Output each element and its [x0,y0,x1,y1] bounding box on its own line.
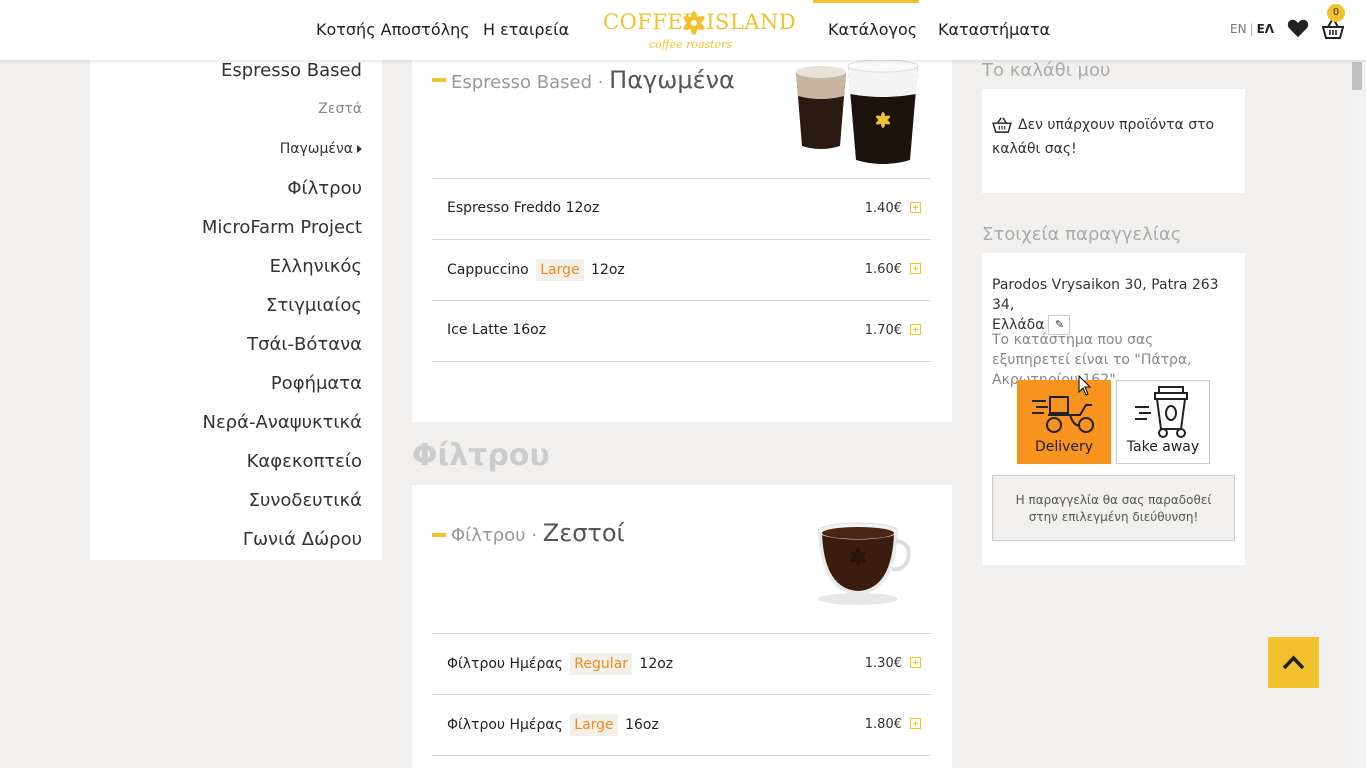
sidebar-item-filter[interactable]: Φίλτρου [287,178,362,199]
add-to-cart-plus-icon[interactable] [910,202,921,213]
takeaway-option-button[interactable]: Take away [1116,380,1210,464]
add-to-cart-plus-icon[interactable] [910,657,921,668]
size-tag: Large [536,259,584,281]
sidebar-item-instant[interactable]: Στιγμιαίος [266,295,362,316]
product-name[interactable]: Espresso Freddo 12oz [447,200,599,216]
product-title: Cappuccino [447,262,529,278]
product-price: 1.80€ [864,717,902,732]
size-tag: Large [570,714,618,736]
sidebar-item-greek[interactable]: Ελληνικός [270,256,362,277]
chevron-up-icon [1282,655,1305,670]
product-name[interactable]: Cappuccino Large 12oz [447,259,625,281]
cart-box: Δεν υπάρχουν προϊόντα στο καλάθι σας! [982,89,1245,193]
order-details-heading: Στοιχεία παραγγελίας [982,224,1182,245]
product-size: 12oz [565,200,600,216]
add-to-cart-plus-icon[interactable] [910,263,921,274]
nav-active-indicator [813,0,919,3]
section-dash [432,78,446,82]
back-to-top-button[interactable] [1268,637,1319,688]
row-divider [432,178,931,179]
nav-company[interactable]: Η εταιρεία [483,20,569,39]
sidebar-item-snacks[interactable]: Συνοδευτικά [249,490,362,511]
section-prefix: Espresso Based · [451,72,610,93]
sidebar-item-soft-drinks[interactable]: Νερά-Αναψυκτικά [202,412,362,433]
category-heading-filter: Φίλτρου [412,438,550,473]
sidebar-item-gifts[interactable]: Γωνιά Δώρου [243,529,362,550]
coffee-cup-image [817,522,911,605]
sidebar-subitem-hot[interactable]: Ζεστά [318,101,362,117]
section-title: Espresso Based · Παγωμένα [451,66,735,94]
product-price: 1.30€ [864,656,902,671]
logo[interactable]: COFFEE ISLAND coffee roasters [603,8,796,54]
product-price: 1.40€ [864,201,902,216]
row-divider [432,694,931,695]
nav-catalog[interactable]: Κατάλογος [828,20,917,39]
product-name[interactable]: Ice Latte 16oz [447,322,546,338]
product-title: Espresso Freddo [447,200,562,216]
logo-subtitle: coffee roasters [649,38,733,51]
iced-cups-image [796,60,919,164]
row-divider [432,361,931,362]
sidebar-item-microfarm[interactable]: MicroFarm Project [202,217,362,238]
row-divider [432,239,931,240]
lang-en[interactable]: EN [1230,22,1247,36]
logo-flower-icon [683,11,705,35]
section-main-title: Ζεστοί [542,519,625,547]
section-main-title: Παγωμένα [609,66,735,94]
sidebar-subitem-iced[interactable]: Παγωμένα [280,141,362,157]
product-section-filter-hot: Φίλτρου · Ζεστοί Φίλτρου Ημέρας Regular … [412,485,952,768]
lang-separator: | [1249,22,1254,36]
heart-icon[interactable] [1287,18,1309,38]
product-title: Ice Latte [447,322,508,338]
row-divider [432,300,931,301]
basket-icon [992,117,1012,133]
sidebar-item-roastery[interactable]: Καφεκοπτείο [247,451,362,472]
delivery-option-label: Delivery [1034,439,1094,455]
section-title: Φίλτρου · Ζεστοί [451,519,625,547]
sidebar-subitem-iced-label: Παγωμένα [279,141,353,157]
product-name[interactable]: Φίλτρου Ημέρας Regular 12oz [447,653,673,675]
sidebar-item-beverages[interactable]: Ροφήματα [271,373,362,394]
language-switcher: EN | ΕΛ [1230,22,1274,36]
product-section-iced: Espresso Based · Παγωμένα Espresso Fredd… [412,60,952,422]
nav-account[interactable]: Κοτσής Αποστόλης [316,20,470,39]
address-line-1: Parodos Vrysaikon 30, Patra 263 34, [992,277,1219,313]
product-price: 1.70€ [864,323,902,338]
cart-empty-text: Δεν υπάρχουν προϊόντα στο καλάθι σας! [992,117,1215,157]
product-size: 16oz [512,322,547,338]
delivery-option-button[interactable]: Delivery [1017,380,1111,464]
product-size: 16oz [625,717,659,733]
caret-right-icon [357,145,362,153]
takeaway-cup-icon [1135,386,1188,438]
nav-stores[interactable]: Καταστήματα [938,20,1050,39]
delivery-address: Parodos Vrysaikon 30, Patra 263 34, Ελλά… [992,275,1242,335]
section-dash [432,533,446,537]
product-size: 12oz [591,262,625,278]
site-header: Κοτσής Αποστόλης Η εταιρεία COFFEE ISLAN… [0,0,1366,60]
lang-el[interactable]: ΕΛ [1257,22,1274,36]
scrollbar[interactable] [1349,60,1366,768]
section-prefix: Φίλτρου · [451,525,543,546]
product-size: 12oz [639,656,674,672]
cart-count-badge: 0 [1327,4,1345,22]
cart-heading: Το καλάθι μου [982,60,1111,81]
delivery-notice: Η παραγγελία θα σας παραδοθεί στην επιλε… [992,475,1235,541]
row-divider [432,633,931,634]
product-name[interactable]: Φίλτρου Ημέρας Large 16oz [447,714,659,736]
sidebar-item-tea[interactable]: Τσάι-Βότανα [247,334,362,355]
mouse-cursor-icon [1078,375,1092,396]
sidebar-item-espresso-based[interactable]: Espresso Based [221,60,362,81]
takeaway-option-label: Take away [1126,439,1200,455]
add-to-cart-plus-icon[interactable] [910,324,921,335]
category-sidebar: Espresso Based Ζεστά Παγωμένα Φίλτρου Mi… [90,60,382,560]
product-price: 1.60€ [864,262,902,277]
add-to-cart-plus-icon[interactable] [910,718,921,729]
scrollbar-thumb[interactable] [1352,62,1362,90]
product-title: Φίλτρου Ημέρας [447,656,563,672]
size-tag: Regular [570,653,632,675]
order-details-box: Parodos Vrysaikon 30, Patra 263 34, Ελλά… [982,253,1245,565]
row-divider [432,755,931,756]
product-title: Φίλτρου Ημέρας [447,717,563,733]
cart-empty-message: Δεν υπάρχουν προϊόντα στο καλάθι σας! [992,113,1235,161]
